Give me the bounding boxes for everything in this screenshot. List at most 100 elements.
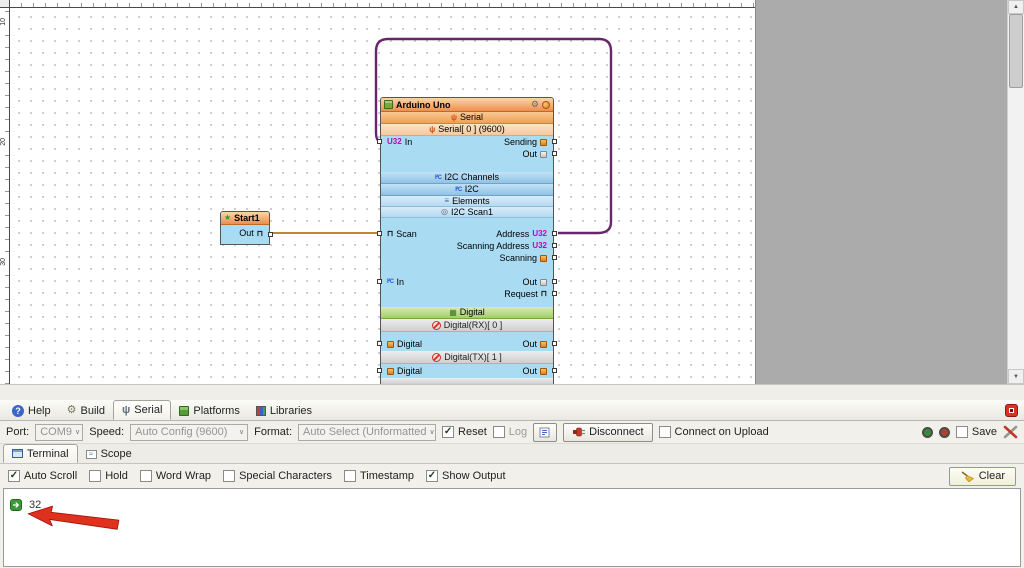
design-canvas[interactable]: 10 20 30 ★ Start1 Out ⊓ <box>0 0 1024 400</box>
timestamp-checkbox[interactable]: ✓ Timestamp <box>344 470 414 482</box>
scroll-up-button[interactable]: ▲ <box>1008 0 1024 14</box>
start-component[interactable]: ★ Start1 Out ⊓ <box>220 211 270 245</box>
word-wrap-checkbox[interactable]: ✓ Word Wrap <box>140 470 211 482</box>
status-led-red-icon[interactable] <box>939 427 950 438</box>
digital1-row: Digital Out <box>381 364 553 378</box>
arduino-uno-component[interactable]: Arduino Uno ⚙ ψ Serial ψ Serial[ 0 ] (96… <box>380 97 554 386</box>
elements-section[interactable]: ≡ Elements <box>381 196 553 207</box>
tab-terminal[interactable]: Terminal <box>3 444 78 463</box>
tab-serial[interactable]: ψ Serial <box>113 400 171 420</box>
log-file-button[interactable] <box>533 423 557 442</box>
i2c-icon: I²C <box>435 175 442 181</box>
digital1-in-pin[interactable] <box>377 368 382 373</box>
serial-channel-row[interactable]: ψ Serial[ 0 ] (9600) <box>381 124 553 136</box>
stop-icon[interactable] <box>1005 404 1018 417</box>
checkbox-box: ✓ <box>426 470 438 482</box>
start-out-pin[interactable] <box>268 232 273 237</box>
reset-checkbox[interactable]: ✓ Reset <box>442 426 487 438</box>
address-label: Address <box>496 230 529 239</box>
canvas-outside-area <box>755 0 1007 384</box>
disabled-icon <box>432 321 441 330</box>
visuino-window: 10 20 30 ★ Start1 Out ⊓ <box>0 0 1024 568</box>
scanning-address-row: Scanning Address U32 <box>381 240 553 252</box>
digital0-out-label: Out <box>522 340 537 349</box>
scanning-pin[interactable] <box>552 255 557 260</box>
tab-scope[interactable]: ≈ Scope <box>78 445 140 463</box>
serial-type-icon <box>540 279 547 286</box>
tab-build[interactable]: ⚙ Build <box>59 401 113 420</box>
start-component-header[interactable]: ★ Start1 <box>221 212 269 225</box>
log-checkbox[interactable]: ✓ Log <box>493 426 527 438</box>
i2c-section: I²C I2C <box>381 184 553 196</box>
digital-icon: ▦ <box>449 309 457 317</box>
check-icon: ✓ <box>444 427 452 437</box>
serial-tab-icon: ψ <box>122 405 130 416</box>
timestamp-label: Timestamp <box>360 470 414 482</box>
canvas-vertical-scrollbar[interactable]: ▲ ▼ <box>1007 0 1024 384</box>
start-out-label: Out <box>239 228 254 238</box>
format-select[interactable]: Auto Select (Unformatted ∨ <box>298 424 436 441</box>
show-output-checkbox[interactable]: ✓ Show Output <box>426 470 506 482</box>
checkbox-box: ✓ <box>956 426 968 438</box>
serial-out-pin[interactable] <box>552 151 557 156</box>
scanning-label: Scanning <box>499 254 537 263</box>
i2c-scan-row[interactable]: ◎ I2C Scan1 <box>381 207 553 218</box>
serial-in-pin[interactable] <box>377 139 382 144</box>
serial-section-header: ψ Serial <box>381 112 553 124</box>
checkbox-box: ✓ <box>223 470 235 482</box>
reset-checkbox-label: Reset <box>458 426 487 438</box>
component-options-icon[interactable] <box>542 101 550 109</box>
scrollbar-thumb[interactable] <box>1009 14 1023 88</box>
tab-platforms[interactable]: Platforms <box>171 401 247 420</box>
scroll-down-button[interactable]: ▼ <box>1008 369 1024 384</box>
tab-platforms-label: Platforms <box>193 405 239 417</box>
clear-button[interactable]: Clear <box>949 467 1016 486</box>
dropdown-arrow-icon: ∨ <box>75 428 80 436</box>
port-select[interactable]: COM9 ∨ <box>35 424 83 441</box>
ruler-corner <box>0 0 10 8</box>
start-out-row: Out ⊓ <box>239 228 263 238</box>
wrench-icon[interactable]: ⚙ <box>531 100 539 109</box>
clear-button-label: Clear <box>979 470 1005 482</box>
tab-build-label: Build <box>81 405 105 417</box>
scan-address-row: ⊓ Scan Address U32 <box>381 228 553 240</box>
format-label: Format: <box>254 426 292 438</box>
connect-on-upload-label: Connect on Upload <box>675 426 769 438</box>
address-pin[interactable] <box>552 231 557 236</box>
tools-icon[interactable] <box>1003 425 1018 439</box>
i2c-in-pin[interactable] <box>377 279 382 284</box>
hold-checkbox[interactable]: ✓ Hold <box>89 470 128 482</box>
tab-help[interactable]: ? Help <box>4 401 59 420</box>
pin-type-u32: U32 <box>532 242 547 250</box>
disconnect-button[interactable]: Disconnect <box>563 423 652 442</box>
start-component-body: Out ⊓ <box>221 225 269 245</box>
digital0-in-pin[interactable] <box>377 341 382 346</box>
i2c-icon: I²C <box>387 279 394 285</box>
scan-element-icon: ◎ <box>441 208 448 216</box>
terminal-output-area[interactable]: 32 <box>3 488 1021 567</box>
plug-icon <box>572 426 585 438</box>
request-pin[interactable] <box>552 291 557 296</box>
i2c-out-pin[interactable] <box>552 279 557 284</box>
scanning-address-pin[interactable] <box>552 243 557 248</box>
digital1-out-pin[interactable] <box>552 368 557 373</box>
checkbox-box: ✓ <box>89 470 101 482</box>
digital0-out-pin[interactable] <box>552 341 557 346</box>
special-characters-checkbox[interactable]: ✓ Special Characters <box>223 470 332 482</box>
scan-label: Scan <box>396 230 417 239</box>
serial-out-label: Out <box>522 150 537 159</box>
sending-pin[interactable] <box>552 139 557 144</box>
connect-on-upload-checkbox[interactable]: ✓ Connect on Upload <box>659 426 769 438</box>
serial-channel-icon: ψ <box>429 126 435 134</box>
auto-scroll-checkbox[interactable]: ✓ Auto Scroll <box>8 470 77 482</box>
digital-rx-row[interactable]: Digital(RX)[ 0 ] <box>381 319 553 332</box>
digital-tx-row[interactable]: Digital(TX)[ 1 ] <box>381 351 553 364</box>
arduino-header[interactable]: Arduino Uno ⚙ <box>381 98 553 112</box>
save-checkbox[interactable]: ✓ Save <box>956 426 997 438</box>
status-led-green-icon[interactable] <box>922 427 933 438</box>
main-tab-bar: ? Help ⚙ Build ψ Serial Platforms Librar… <box>0 400 1024 421</box>
scan-pin[interactable] <box>377 231 382 236</box>
clock-pulse-icon: ⊓ <box>257 229 263 238</box>
tab-libraries[interactable]: Libraries <box>248 401 320 420</box>
speed-select[interactable]: Auto Config (9600) ∨ <box>130 424 248 441</box>
